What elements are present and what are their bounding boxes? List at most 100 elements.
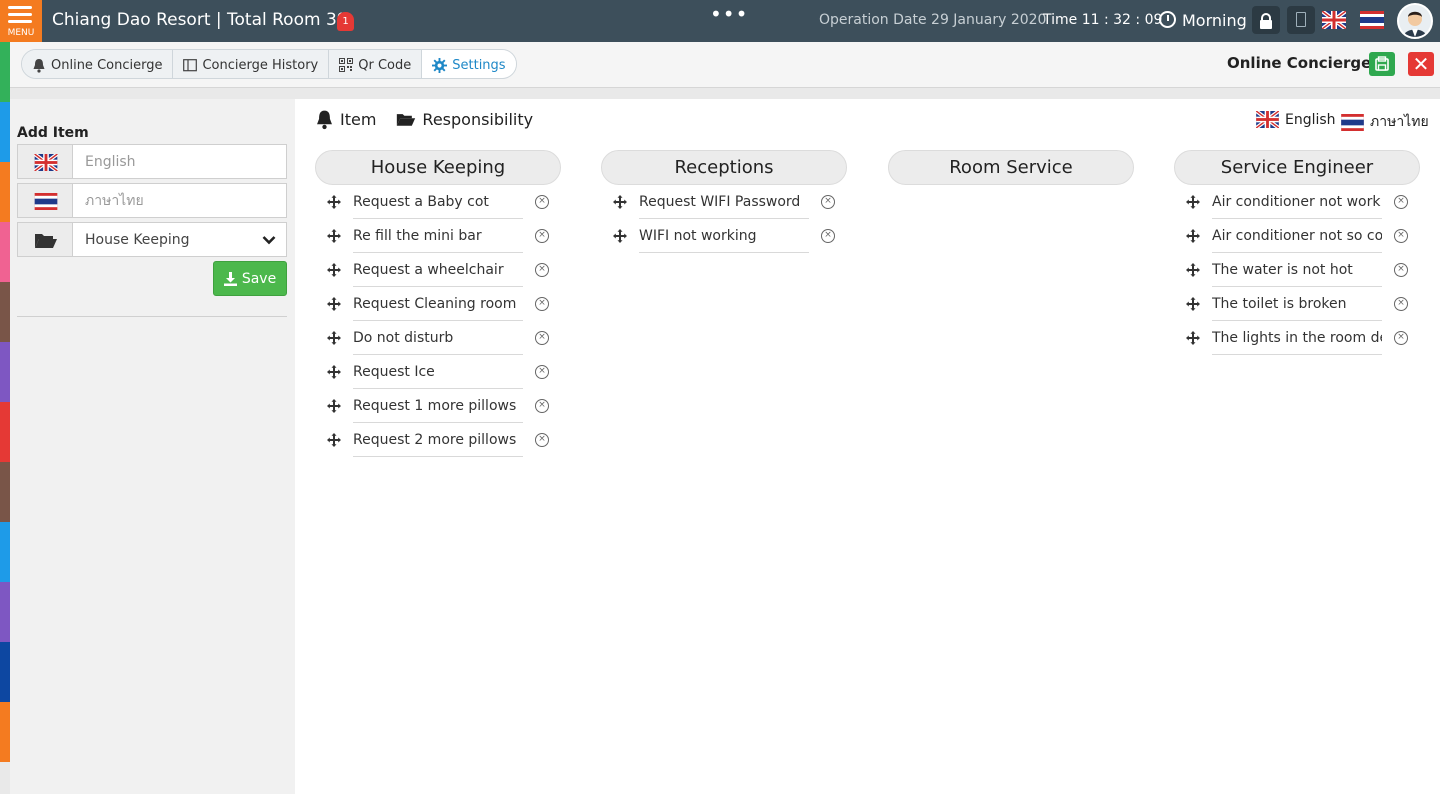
add-item-title: Add Item — [17, 125, 89, 141]
color-strip-segment — [0, 402, 10, 462]
book-icon — [183, 58, 198, 71]
list-item[interactable]: Request WIFI Password × — [601, 185, 847, 219]
color-strip-segment — [0, 462, 10, 522]
english-addon — [18, 145, 73, 178]
add-item-panel: Add Item House Keeping — [10, 99, 295, 794]
english-field-group — [17, 144, 287, 179]
english-name-input[interactable] — [73, 145, 286, 178]
category-field-group: House Keeping — [17, 222, 287, 257]
move-handle-icon[interactable] — [327, 432, 341, 451]
tab-settings[interactable]: Settings — [422, 50, 516, 78]
thai-flag-icon[interactable] — [1360, 11, 1384, 29]
list-item[interactable]: Request Ice × — [315, 355, 561, 389]
calculator-button[interactable] — [1287, 6, 1315, 34]
subnav-responsibility[interactable]: Responsibility — [396, 110, 533, 129]
list-item[interactable]: WIFI not working × — [601, 219, 847, 253]
move-handle-icon[interactable] — [327, 364, 341, 383]
tab-online-concierge[interactable]: Online Concierge — [22, 50, 174, 78]
color-strip-segment — [0, 282, 10, 342]
language-thai[interactable]: ภาษาไทย — [1341, 111, 1429, 133]
close-button[interactable]: ✕ — [1408, 52, 1434, 76]
move-handle-icon[interactable] — [1186, 228, 1200, 247]
color-strip-segment — [0, 702, 10, 762]
remove-item-icon[interactable]: × — [1394, 297, 1408, 311]
remove-item-icon[interactable]: × — [535, 399, 549, 413]
move-handle-icon[interactable] — [613, 194, 627, 213]
remove-item-icon[interactable]: × — [1394, 229, 1408, 243]
bell-icon — [317, 110, 332, 130]
item-label: Request a Baby cot — [353, 185, 523, 219]
tab-qr-code[interactable]: Qr Code — [329, 50, 423, 78]
tab-concierge-history[interactable]: Concierge History — [173, 50, 330, 78]
item-label: Do not disturb — [353, 321, 523, 355]
list-item[interactable]: The lights in the room de × — [1174, 321, 1420, 355]
remove-item-icon[interactable]: × — [535, 365, 549, 379]
move-handle-icon[interactable] — [1186, 296, 1200, 315]
remove-item-icon[interactable]: × — [535, 433, 549, 447]
item-label: Request 2 more pillows — [353, 423, 523, 457]
move-handle-icon[interactable] — [1186, 330, 1200, 349]
notification-badge[interactable]: 1 — [337, 12, 354, 31]
color-strip-segment — [0, 642, 10, 702]
thai-field-group — [17, 183, 287, 218]
list-item[interactable]: Air conditioner not work × — [1174, 185, 1420, 219]
uk-flag-icon — [34, 154, 58, 171]
item-label: Request a wheelchair — [353, 253, 523, 287]
tab-label: Settings — [452, 57, 506, 73]
remove-item-icon[interactable]: × — [1394, 195, 1408, 209]
move-handle-icon[interactable] — [327, 262, 341, 281]
move-handle-icon[interactable] — [327, 296, 341, 315]
move-handle-icon[interactable] — [613, 228, 627, 247]
remove-item-icon[interactable]: × — [1394, 331, 1408, 345]
user-avatar[interactable] — [1397, 3, 1433, 39]
uk-flag-icon[interactable] — [1322, 11, 1346, 29]
item-label: WIFI not working — [639, 219, 809, 253]
list-item[interactable]: Request a wheelchair × — [315, 253, 561, 287]
remove-item-icon[interactable]: × — [535, 229, 549, 243]
save-button[interactable]: Save — [213, 261, 287, 296]
lock-button[interactable] — [1252, 6, 1280, 34]
main-content: Item Responsibility English ภาษาไทย Hous… — [295, 99, 1440, 794]
list-item[interactable]: Re fill the mini bar × — [315, 219, 561, 253]
qr-icon — [339, 58, 354, 72]
list-item[interactable]: The water is not hot × — [1174, 253, 1420, 287]
list-item[interactable]: Request a Baby cot × — [315, 185, 561, 219]
list-item[interactable]: Do not disturb × — [315, 321, 561, 355]
language-english[interactable]: English — [1256, 111, 1336, 128]
remove-item-icon[interactable]: × — [535, 195, 549, 209]
remove-item-icon[interactable]: × — [821, 229, 835, 243]
remove-item-icon[interactable]: × — [1394, 263, 1408, 277]
list-item[interactable]: Request 1 more pillows × — [315, 389, 561, 423]
list-item[interactable]: Air conditioner not so co × — [1174, 219, 1420, 253]
menu-label: MENU — [7, 28, 35, 38]
more-options-icon[interactable]: ••• — [710, 2, 748, 26]
language-english-label: English — [1285, 111, 1336, 128]
move-handle-icon[interactable] — [327, 398, 341, 417]
list-item[interactable]: Request Cleaning room × — [315, 287, 561, 321]
bell-icon — [33, 58, 45, 73]
move-handle-icon[interactable] — [1186, 194, 1200, 213]
move-handle-icon[interactable] — [1186, 262, 1200, 281]
printer-icon — [1375, 56, 1389, 71]
color-strip-segment — [0, 342, 10, 402]
list-item[interactable]: The toilet is broken × — [1174, 287, 1420, 321]
move-handle-icon[interactable] — [327, 228, 341, 247]
page-title: Online Concierge — [1227, 54, 1372, 72]
app-title: Chiang Dao Resort | Total Room 39 — [52, 10, 348, 30]
item-label: The toilet is broken — [1212, 287, 1382, 321]
item-label: Air conditioner not work — [1212, 185, 1382, 219]
remove-item-icon[interactable]: × — [535, 263, 549, 277]
shift-label: Morning — [1182, 11, 1247, 30]
category-select[interactable]: House Keeping — [73, 223, 286, 256]
remove-item-icon[interactable]: × — [535, 331, 549, 345]
list-item[interactable]: Request 2 more pillows × — [315, 423, 561, 457]
print-button[interactable] — [1369, 52, 1395, 76]
move-handle-icon[interactable] — [327, 194, 341, 213]
remove-item-icon[interactable]: × — [535, 297, 549, 311]
subnav-item[interactable]: Item — [315, 109, 376, 130]
current-time: Time 11 : 32 : 09 — [1043, 12, 1163, 28]
remove-item-icon[interactable]: × — [821, 195, 835, 209]
move-handle-icon[interactable] — [327, 330, 341, 349]
menu-button[interactable]: MENU — [0, 0, 42, 42]
thai-name-input[interactable] — [73, 184, 286, 217]
